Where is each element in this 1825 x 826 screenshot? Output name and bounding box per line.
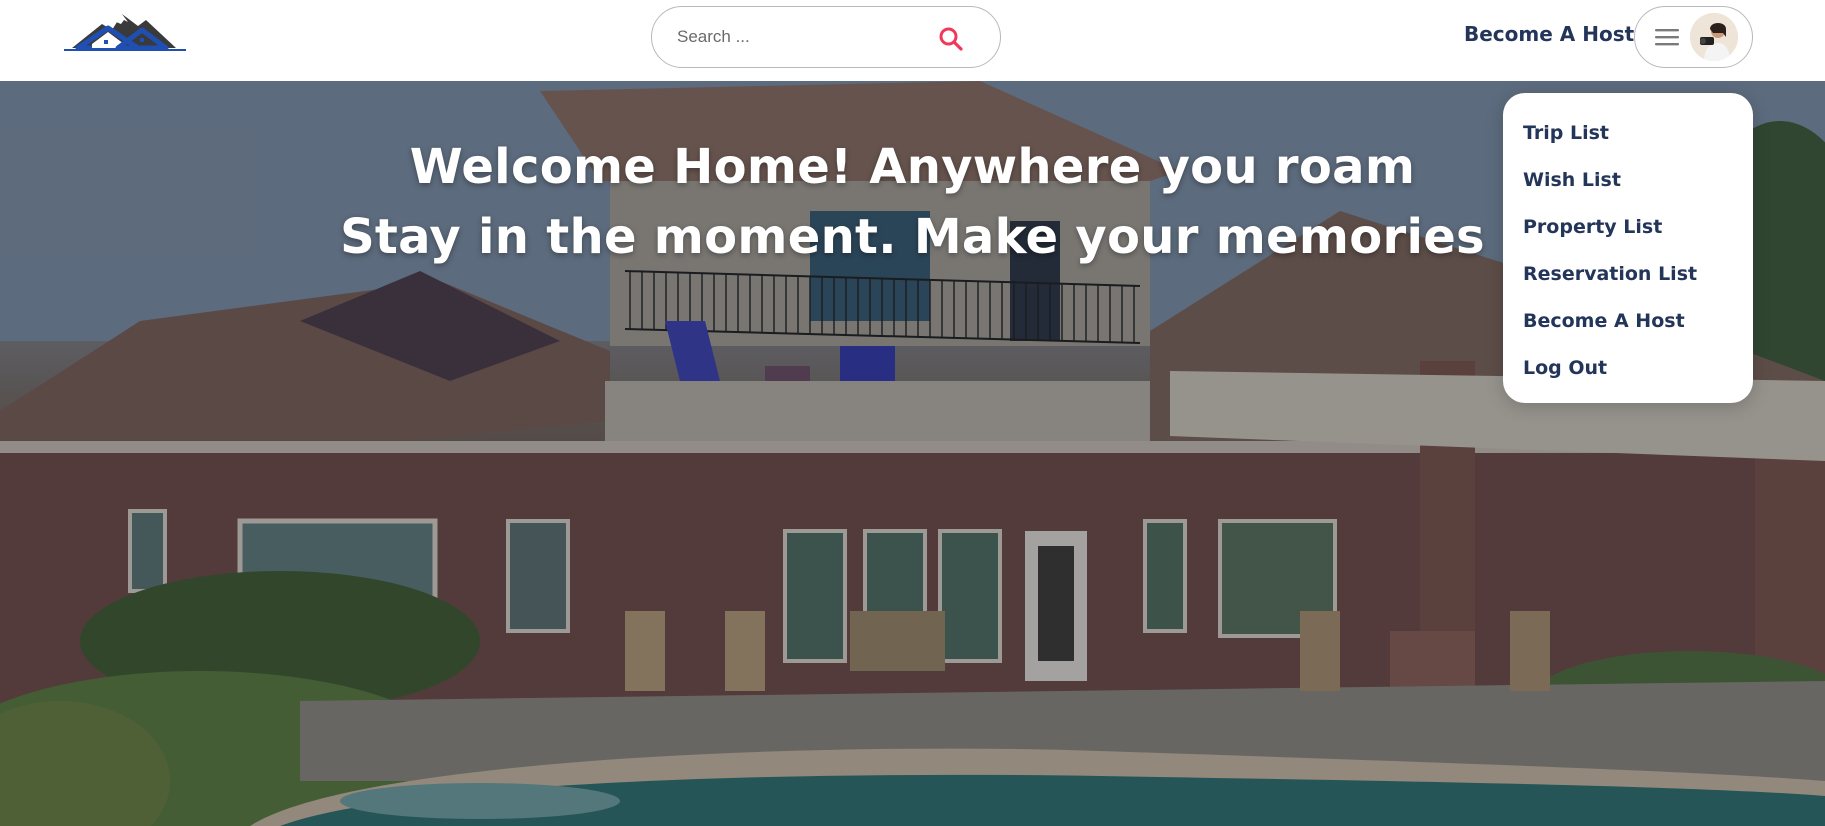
search-input[interactable]: [677, 27, 937, 47]
navbar: Become A Host: [0, 0, 1825, 81]
hamburger-icon: [1655, 28, 1679, 46]
menu-item-reservation-list[interactable]: Reservation List: [1503, 256, 1753, 303]
user-avatar-icon: [1690, 13, 1738, 61]
logo[interactable]: [64, 10, 186, 52]
account-dropdown-menu: Trip List Wish List Property List Reserv…: [1503, 93, 1753, 403]
menu-item-trip-list[interactable]: Trip List: [1503, 115, 1753, 162]
search-icon[interactable]: [938, 26, 964, 52]
menu-item-wish-list[interactable]: Wish List: [1503, 162, 1753, 209]
search-bar: [651, 6, 1001, 68]
menu-item-log-out[interactable]: Log Out: [1503, 350, 1753, 397]
become-host-link[interactable]: Become A Host: [1464, 22, 1634, 46]
house-mountain-logo-icon: [64, 14, 186, 51]
menu-item-become-host[interactable]: Become A Host: [1503, 303, 1753, 350]
avatar: [1690, 13, 1738, 61]
menu-item-property-list[interactable]: Property List: [1503, 209, 1753, 256]
account-menu-button[interactable]: [1634, 6, 1753, 68]
